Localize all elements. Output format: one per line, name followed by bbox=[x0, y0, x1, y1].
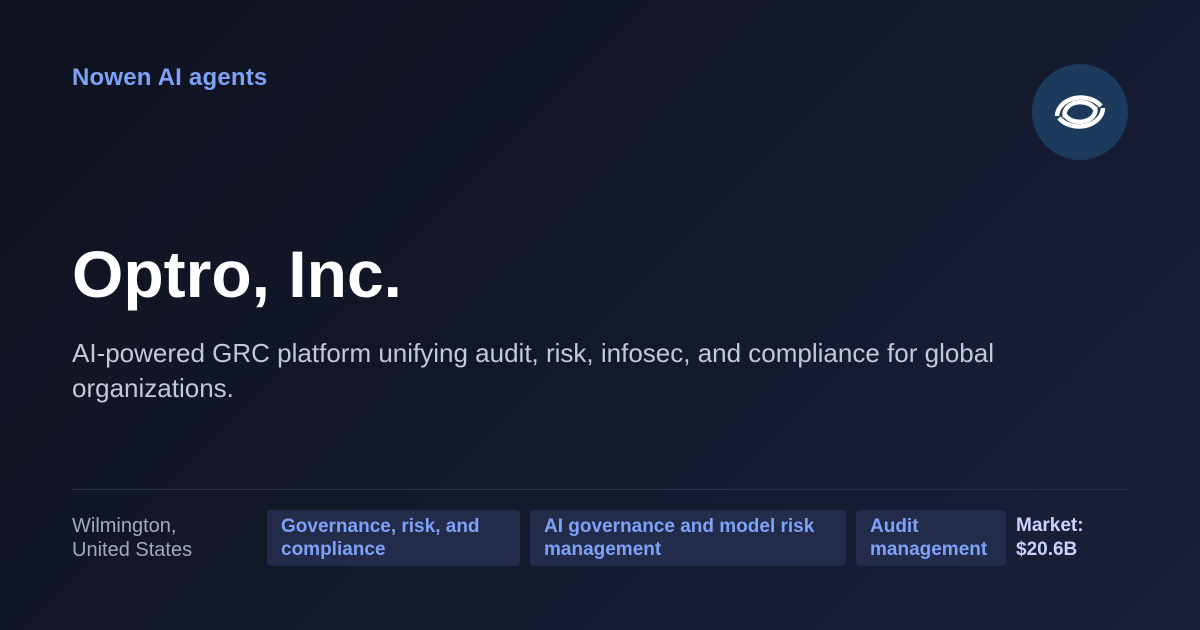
market-label: Market: bbox=[1016, 515, 1084, 536]
location-city: Wilmington, bbox=[72, 515, 177, 537]
market-size: Market: $20.6B bbox=[1016, 514, 1128, 562]
category-tag: AI governance and model risk management bbox=[530, 510, 846, 566]
nowen-swirl-logo-icon bbox=[1054, 95, 1106, 129]
market-value: $20.6B bbox=[1016, 539, 1078, 560]
company-logo bbox=[1032, 64, 1128, 160]
section-divider bbox=[72, 489, 1128, 490]
category-tag: Audit management bbox=[856, 510, 1006, 566]
company-location: Wilmington, United States bbox=[72, 514, 242, 562]
company-name: Optro, Inc. bbox=[72, 237, 402, 311]
brand-name: Nowen AI agents bbox=[72, 64, 268, 91]
category-tag: Governance, risk, and compliance bbox=[267, 510, 520, 566]
location-country: United States bbox=[72, 539, 193, 561]
company-description: AI-powered GRC platform unifying audit, … bbox=[72, 338, 994, 403]
